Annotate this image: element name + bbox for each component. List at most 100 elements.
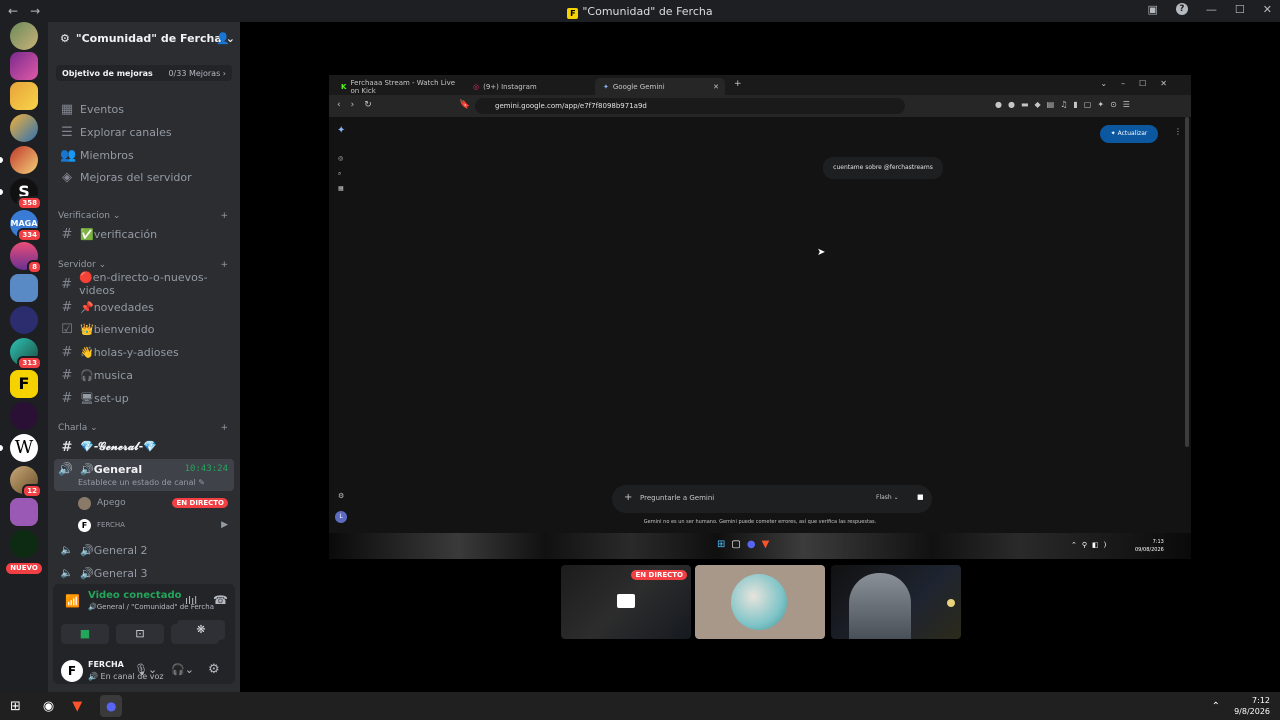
- quick-eventos[interactable]: ▦ Eventos: [56, 99, 232, 119]
- quick-mejoras[interactable]: ◈ Mejoras del servidor: [56, 167, 232, 187]
- microphone-icon[interactable]: 🎙⌄: [134, 663, 157, 676]
- extensions-bar: ●●▬◆▤♫▮▢✦⊙☰: [995, 100, 1136, 109]
- soundboard-button[interactable]: ❋: [177, 620, 225, 640]
- channel-novedades[interactable]: # 📌novedades: [56, 297, 232, 317]
- server-header[interactable]: ⚙ "Comunidad" de Fercha ⌄ 👤: [48, 22, 240, 54]
- voice-status: Video conectado: [88, 590, 182, 601]
- close-tab-icon[interactable]: ✕: [713, 83, 719, 91]
- voice-channel-general[interactable]: 🔊 🔊General 10:43:24 Establece un estado …: [54, 459, 234, 491]
- more-menu-icon[interactable]: ⋮: [1174, 127, 1182, 136]
- gemini-icon: ✦: [603, 82, 609, 91]
- channel-verificacion[interactable]: # ✅verificación: [56, 224, 232, 244]
- add-channel-icon[interactable]: +: [220, 423, 228, 433]
- disconnect-icon[interactable]: ☎: [213, 593, 228, 607]
- hash-icon: #: [61, 299, 73, 315]
- prompt-input[interactable]: Preguntarle a Gemini: [640, 494, 714, 502]
- nav-buttons[interactable]: ‹›↻: [337, 100, 382, 110]
- invite-icon[interactable]: 👤: [216, 32, 230, 45]
- signal-icon: 📶: [65, 594, 80, 608]
- tab-kick[interactable]: K Ferchaaa Stream - Watch Live on Kick: [333, 78, 463, 95]
- channel-set-up[interactable]: # 🖥set-up: [56, 388, 232, 408]
- bookmark-icon[interactable]: 🔖: [459, 100, 470, 110]
- category-servidor[interactable]: Servidor ⌄ +: [58, 260, 228, 270]
- server-icon-7[interactable]: MAGA 334: [10, 210, 42, 242]
- update-button[interactable]: ✦ Actualizar: [1100, 125, 1158, 143]
- add-icon[interactable]: +: [624, 492, 632, 503]
- settings-icon[interactable]: ⚙: [338, 492, 344, 500]
- model-selector[interactable]: Flash ⌄: [876, 494, 899, 501]
- server-icon-4[interactable]: [10, 114, 38, 142]
- channel-status-hint[interactable]: Establece un estado de canal ✎: [78, 478, 205, 487]
- server-icon-1[interactable]: [10, 22, 38, 50]
- tab-gemini[interactable]: ✦ Google Gemini ✕: [595, 78, 725, 95]
- list-icon: ☰: [61, 124, 73, 140]
- obs-icon[interactable]: ◉: [43, 699, 54, 714]
- minimize-icon[interactable]: —: [1206, 3, 1217, 16]
- server-icon-14[interactable]: W: [10, 434, 38, 462]
- tab-instagram[interactable]: ◎ (9+) Instagram: [465, 78, 593, 95]
- screen-share-view[interactable]: K Ferchaaa Stream - Watch Live on Kick ◎(…: [329, 75, 1191, 559]
- server-icon-11[interactable]: 313: [10, 338, 42, 370]
- server-icon-8[interactable]: 8: [10, 242, 42, 274]
- scrollbar[interactable]: [1185, 117, 1189, 447]
- participant-tile-webcam[interactable]: [831, 565, 961, 639]
- voice-user-fercha[interactable]: F FERCHA ▶: [78, 517, 228, 533]
- channel-holas[interactable]: # 👋holas-y-adioses: [56, 342, 232, 362]
- channel-general-text[interactable]: # 💎-𝓖𝓮𝓷𝓮𝓻𝓪𝓵-💎: [56, 437, 232, 457]
- server-icon-17[interactable]: [10, 530, 38, 558]
- server-icon-10[interactable]: [10, 306, 38, 334]
- discord-icon[interactable]: ●: [100, 695, 123, 717]
- category-verificacion[interactable]: Verificacion ⌄ +: [58, 211, 228, 221]
- maximize-icon[interactable]: ☐: [1235, 3, 1245, 16]
- prompt-box[interactable]: + Preguntarle a Gemini Flash ⌄ ■: [612, 485, 932, 513]
- channel-musica[interactable]: # 🎧musica: [56, 365, 232, 385]
- server-icon-16[interactable]: [10, 498, 38, 526]
- server-icon-15[interactable]: 12: [10, 466, 42, 498]
- add-channel-icon[interactable]: +: [220, 260, 228, 270]
- settings-icon[interactable]: ⚙: [208, 662, 220, 677]
- server-list: S 358 MAGA 334 8 313 F W 12: [0, 22, 48, 692]
- server-icon-9[interactable]: [10, 274, 38, 302]
- boost-goal[interactable]: Objetivo de mejoras 0/33 Mejoras ›: [56, 65, 232, 81]
- avatar: F: [78, 518, 91, 532]
- quick-explorar[interactable]: ☰ Explorar canales: [56, 122, 232, 142]
- new-tab-icon[interactable]: +: [734, 79, 742, 89]
- server-icon-3[interactable]: [10, 82, 38, 110]
- instagram-icon: ◎: [473, 82, 480, 91]
- screen-share-button[interactable]: ⊡: [116, 624, 164, 644]
- server-icon-2[interactable]: [10, 52, 38, 80]
- channel-bienvenido[interactable]: ☑ 👑bienvenido: [56, 319, 232, 339]
- close-icon[interactable]: ✕: [1263, 3, 1272, 16]
- channel-en-directo[interactable]: # 🔴en-directo-o-nuevos-videos: [56, 271, 232, 297]
- tray-chevron-icon[interactable]: ⌃: [1212, 701, 1220, 712]
- voice-channel-general-3[interactable]: 🔈 🔊General 3: [56, 563, 232, 583]
- screen-share-icon: [617, 594, 635, 608]
- avatar[interactable]: F: [61, 660, 83, 682]
- help-icon[interactable]: ?: [1175, 3, 1188, 15]
- mention-badge: 334: [17, 228, 42, 242]
- camera-button[interactable]: ■: [61, 624, 109, 644]
- inbox-icon[interactable]: ▣: [1148, 3, 1158, 16]
- quick-miembros[interactable]: 👥 Miembros: [56, 145, 232, 165]
- server-icon-12[interactable]: F: [10, 370, 38, 398]
- brave-icon[interactable]: ▼: [72, 699, 82, 714]
- address-bar[interactable]: gemini.google.com/app/e7f7f8098b971a9d: [475, 98, 905, 114]
- mouse-cursor: ➤: [817, 247, 826, 258]
- server-icon-13[interactable]: [10, 402, 38, 430]
- server-icon-5[interactable]: [10, 146, 38, 174]
- noise-suppression-icon[interactable]: ılıl: [185, 594, 197, 607]
- lamp-light: [947, 599, 955, 607]
- gemini-sidebar-icons[interactable]: ◎ ⌕ ▦: [338, 151, 344, 196]
- mention-badge: 358: [17, 196, 42, 210]
- stop-icon[interactable]: ■: [917, 493, 924, 501]
- add-channel-icon[interactable]: +: [220, 211, 228, 221]
- headphones-icon[interactable]: 🎧⌄: [171, 663, 194, 676]
- participant-tile-apego[interactable]: [695, 565, 825, 639]
- voice-user-apego[interactable]: Apego EN DIRECTO: [78, 495, 228, 511]
- taskbar-app-icons[interactable]: ⊞▢●▼: [717, 539, 775, 550]
- voice-channel-general-2[interactable]: 🔈 🔊General 2: [56, 540, 232, 560]
- participant-tile-stream[interactable]: EN DIRECTO: [561, 565, 691, 639]
- server-icon-6[interactable]: S 358: [10, 178, 42, 210]
- start-icon[interactable]: ⊞: [10, 699, 21, 714]
- category-charla[interactable]: Charla ⌄ +: [58, 423, 228, 433]
